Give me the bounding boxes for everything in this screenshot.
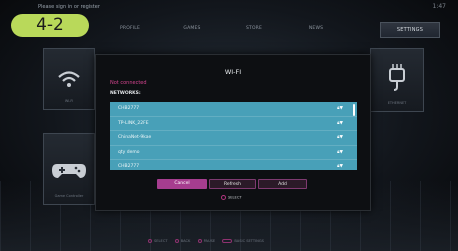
lock-wifi-icon: 🔒︎▼ (337, 149, 343, 155)
network-row[interactable]: CHB2777 🔒︎▼ (110, 160, 357, 174)
wifi-dialog: WI-FI Not connected NETWORKS: CHB2777 🔒︎… (95, 54, 371, 211)
lock-wifi-icon: 🔒︎▼ (337, 164, 343, 169)
network-row[interactable]: ChinaNet-9kae 🔒︎▼ (110, 131, 357, 146)
tab-store[interactable]: STORE (226, 22, 282, 36)
pause-button-icon (197, 239, 202, 243)
network-name: CHB2777 (118, 106, 140, 111)
network-name: TP-LINK_22FE (118, 120, 149, 126)
hint-pause: PAUSE (203, 239, 216, 243)
lock-wifi-icon: 🔒︎▼ (337, 120, 343, 126)
select-hint-label: SELECT (228, 195, 242, 200)
network-row[interactable]: TP-LINK_22FE 🔒︎▼ (110, 117, 357, 131)
cancel-button[interactable]: Cancel (157, 179, 207, 189)
tab-games[interactable]: GAMES (164, 22, 220, 36)
wifi-icon (58, 71, 80, 87)
clock: 1:47 (432, 3, 446, 10)
controller-hints: SELECT BACK PAUSE BASIC SETTINGS (148, 239, 270, 243)
network-row[interactable]: qty demo 🔒︎▼ (110, 146, 357, 160)
lock-wifi-icon: 🔒︎▼ (337, 106, 343, 111)
a-button-icon (221, 195, 226, 200)
wifi-tile-label: Wi-Fi (64, 99, 74, 103)
ethernet-tile-label: ETHERNET (387, 101, 407, 105)
network-row[interactable]: CHB2777 🔒︎▼ (110, 102, 357, 117)
list-scrollbar[interactable] (353, 104, 355, 116)
tab-profile[interactable]: PROFILE (102, 22, 158, 36)
tab-news[interactable]: NEWS (288, 22, 344, 36)
hint-select: SELECT (154, 239, 168, 243)
ethernet-tile[interactable]: ETHERNET (370, 48, 424, 112)
ethernet-cable-icon (389, 64, 405, 91)
refresh-button[interactable]: Refresh (209, 179, 256, 189)
connection-status: Not connected (110, 80, 147, 86)
settings-button-icon (222, 239, 233, 243)
networks-label: NETWORKS: (110, 91, 141, 96)
controller-tile-label: Game Controller (54, 194, 84, 198)
select-hint: SELECT (221, 195, 242, 200)
network-name: ChinaNet-9kae (118, 135, 152, 140)
lock-wifi-icon: 🔒︎▼ (337, 135, 343, 140)
gamepad-icon (52, 164, 86, 178)
hint-back: BACK (180, 239, 191, 243)
back-button-icon (174, 239, 179, 243)
wifi-tile[interactable]: Wi-Fi (43, 48, 95, 110)
select-button-icon (148, 239, 152, 243)
add-network-button[interactable]: Add (258, 179, 307, 189)
network-name: qty demo (118, 149, 140, 155)
dialog-title: WI-FI (224, 68, 242, 76)
hint-settings: BASIC SETTINGS (234, 239, 264, 243)
top-tabs: PROFILE GAMES STORE NEWS SETTINGS (92, 22, 448, 38)
network-list[interactable]: CHB2777 🔒︎▼ TP-LINK_22FE 🔒︎▼ ChinaNet-9k… (110, 102, 357, 170)
settings-screen: Please sign in or register 1:47 4-2 PROF… (0, 0, 458, 251)
network-name: CHB2777 (118, 164, 140, 169)
step-badge: 4-2 (11, 14, 89, 37)
sign-in-text[interactable]: Please sign in or register (38, 4, 100, 10)
tab-settings[interactable]: SETTINGS (380, 22, 440, 38)
controller-tile[interactable]: Game Controller (43, 133, 95, 205)
